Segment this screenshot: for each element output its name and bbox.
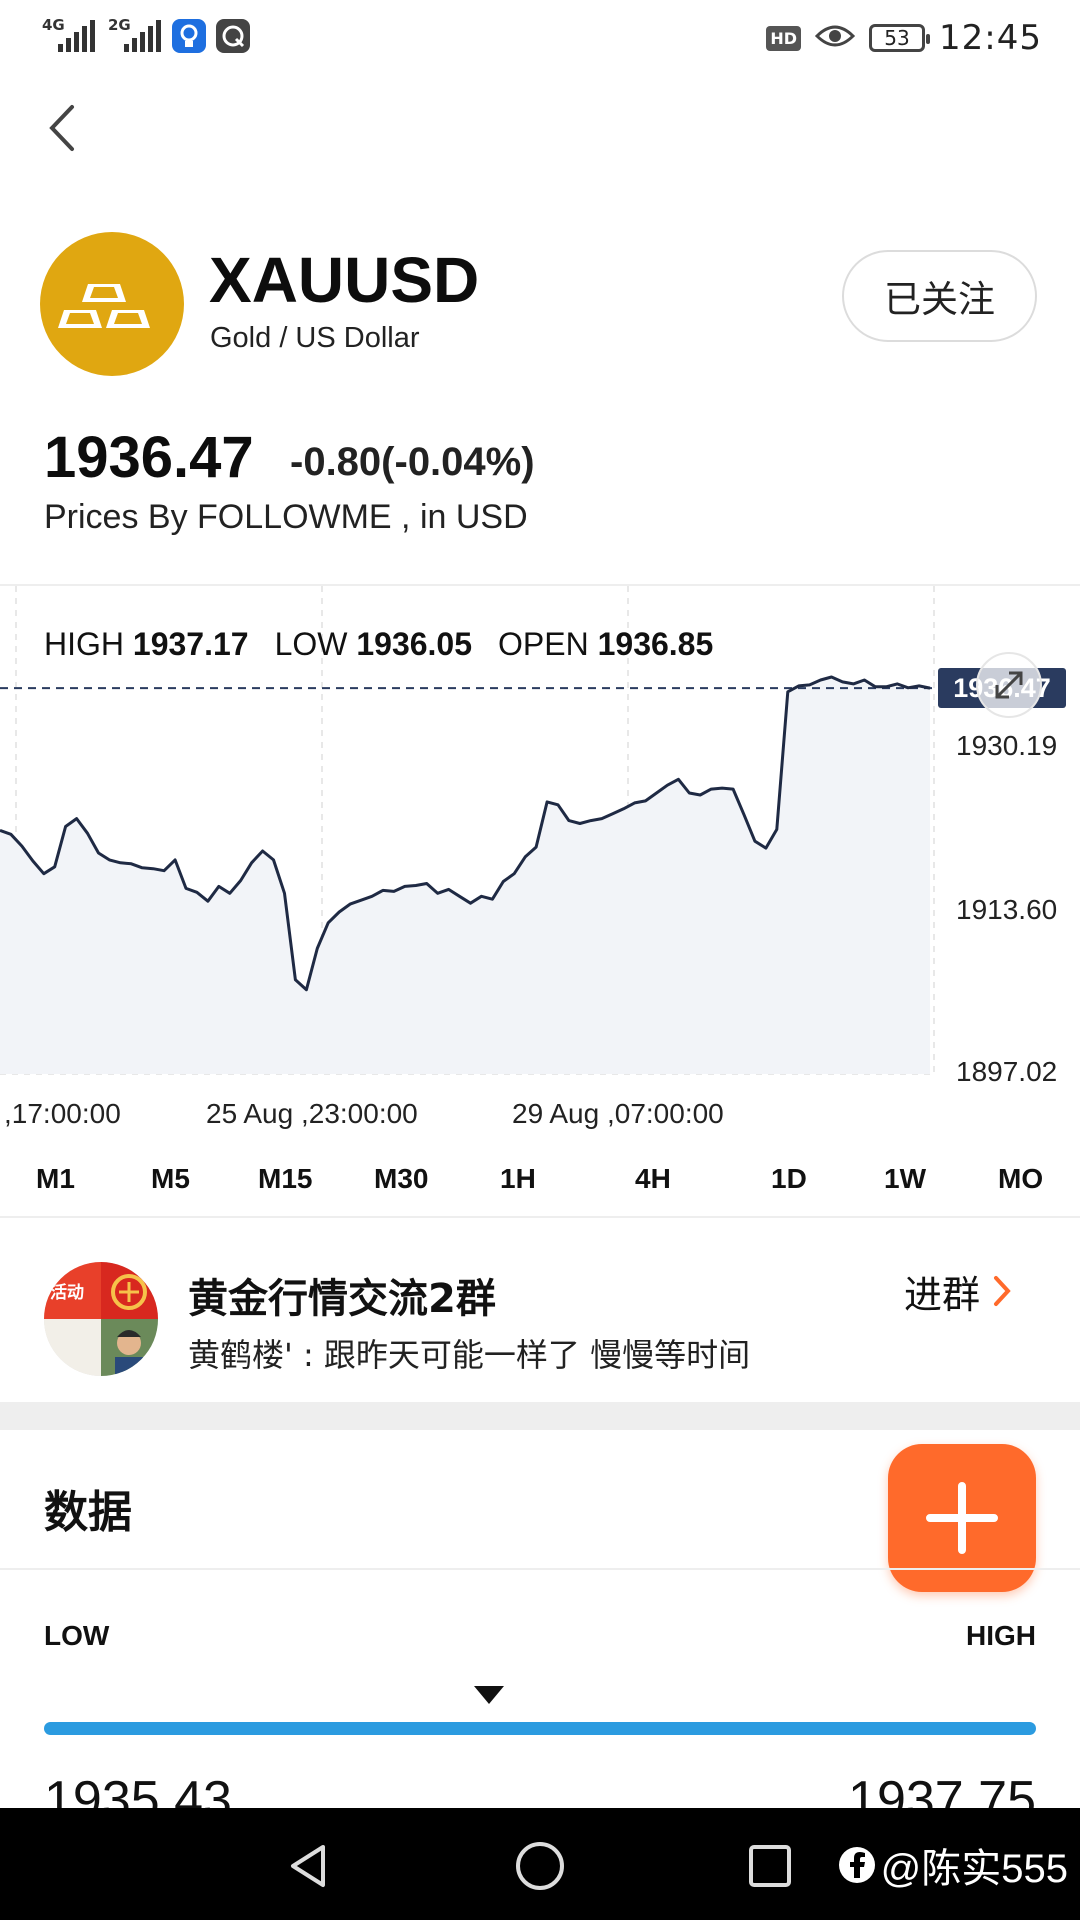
low-stat: LOW 1936.05	[275, 626, 472, 663]
symbol-title: XAUUSD	[209, 244, 480, 316]
y-tick-label: 1897.02	[956, 1056, 1058, 1087]
group-last-message: 黄鹤楼' : 跟昨天可能一样了 慢慢等时间	[188, 1336, 751, 1374]
divider	[0, 1568, 1080, 1570]
status-right: HD 53 12:45	[766, 14, 1042, 62]
expand-icon	[995, 671, 1023, 699]
tab-mo[interactable]: MO	[998, 1154, 1043, 1204]
system-nav-bar: @陈实555	[0, 1808, 1080, 1920]
eye-icon	[814, 22, 856, 54]
x-tick-label: 29 Aug ,07:00:00	[512, 1098, 724, 1129]
tab-m5[interactable]: M5	[151, 1154, 190, 1204]
current-price: 1936.47	[44, 425, 254, 490]
price-source: Prices By FOLLOWME , in USD	[44, 498, 528, 536]
expand-chart-button[interactable]	[976, 652, 1042, 718]
status-bar: 4G 2G HD 53 12:45	[0, 0, 1080, 76]
battery-indicator: 53	[869, 24, 931, 52]
tab-m1[interactable]: M1	[36, 1154, 75, 1204]
hd-badge: HD	[766, 25, 802, 51]
triangle-back-icon	[291, 1845, 325, 1887]
avatar-tile: 活动	[44, 1262, 101, 1319]
group-name: 黄金行情交流2群	[188, 1276, 496, 1322]
facebook-icon	[838, 1847, 875, 1883]
avatar-tile	[44, 1319, 101, 1376]
nav-recents-button[interactable]	[740, 1836, 800, 1896]
signal-bars-1-icon	[58, 20, 96, 52]
avatar-tag: 活动	[50, 1283, 84, 1303]
join-group-button[interactable]: 进群	[904, 1264, 1012, 1318]
divider	[0, 1216, 1080, 1218]
chevron-right-icon	[994, 1276, 1011, 1306]
tab-m30[interactable]: M30	[374, 1154, 428, 1204]
price-chart[interactable]: HIGH 1937.17 LOW 1936.05 OPEN 1936.85 19…	[0, 584, 1080, 1114]
tab-4h[interactable]: 4H	[635, 1154, 671, 1204]
tab-1w[interactable]: 1W	[884, 1154, 926, 1204]
range-high-label: HIGH	[966, 1620, 1036, 1651]
watermark-text: @陈实555	[880, 1847, 1068, 1891]
range-low-label: LOW	[44, 1620, 110, 1651]
range-bar	[44, 1722, 1036, 1735]
low-value: 1936.05	[356, 626, 473, 662]
gold-logo	[40, 232, 184, 376]
symbol-name: Gold / US Dollar	[210, 322, 420, 354]
square-recents-icon	[749, 1845, 791, 1887]
back-button[interactable]	[34, 96, 88, 160]
lightbulb-icon	[172, 19, 206, 53]
y-tick-label: 1930.19	[956, 730, 1058, 761]
y-tick-label: 1913.60	[956, 894, 1058, 925]
open-stat: OPEN 1936.85	[498, 626, 713, 663]
high-value: 1937.17	[132, 626, 249, 662]
timeframe-tabs: M1 M5 M15 M30 1H 4H 1D 1W MO	[0, 1154, 1080, 1204]
open-value: 1936.85	[597, 626, 714, 662]
tab-1h[interactable]: 1H	[500, 1154, 536, 1204]
circle-home-icon	[516, 1842, 564, 1890]
watermark: @陈实555	[838, 1836, 1068, 1894]
high-stat: HIGH 1937.17	[44, 626, 249, 663]
follow-button[interactable]: 已关注	[842, 250, 1037, 342]
x-tick-label: ,17:00:00	[4, 1098, 121, 1129]
avatar-tile	[101, 1319, 158, 1376]
chevron-left-icon	[49, 105, 74, 151]
section-separator	[0, 1402, 1080, 1430]
tab-1d[interactable]: 1D	[771, 1154, 807, 1204]
high-label: HIGH	[44, 626, 124, 662]
nav-home-button[interactable]	[510, 1836, 570, 1896]
group-avatar[interactable]: 活动	[44, 1262, 158, 1376]
range-marker-icon	[473, 1686, 504, 1704]
signal-bars-2-icon	[124, 20, 162, 52]
price-change: -0.80(-0.04%)	[290, 440, 535, 484]
browser-icon	[216, 19, 250, 53]
avatar-tile	[101, 1262, 158, 1319]
open-label: OPEN	[498, 626, 589, 662]
tab-m15[interactable]: M15	[258, 1154, 312, 1204]
chart-canvas	[0, 586, 940, 1075]
ohlc-row: HIGH 1937.17 LOW 1936.05 OPEN 1936.85	[44, 626, 713, 663]
nav-back-button[interactable]	[278, 1836, 338, 1896]
low-label: LOW	[274, 626, 348, 662]
join-label: 进群	[904, 1272, 981, 1317]
x-tick-label: 25 Aug ,23:00:00	[206, 1098, 418, 1129]
status-time: 12:45	[939, 18, 1042, 58]
gold-bars-icon	[58, 284, 150, 328]
plus-icon	[926, 1482, 998, 1554]
data-section-title: 数据	[44, 1487, 132, 1538]
price-area	[0, 677, 930, 1074]
